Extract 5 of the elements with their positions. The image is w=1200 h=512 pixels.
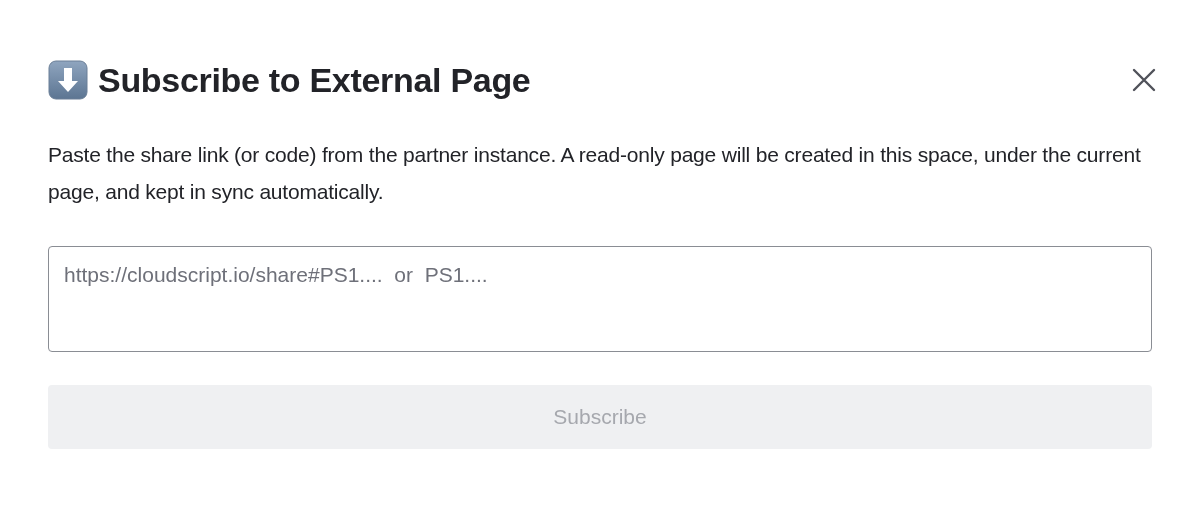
description: Paste the share link (or code) from the partner instance. A read-only page will be created in this space, under the current page, and kept in sync automatically. <box>48 142 1142 205</box>
close-icon <box>1132 68 1156 92</box>
share-link-field[interactable]: https://cloudscript.io/share#PS1.... or PS1.... <box>48 246 1152 352</box>
dialog-title: Subscribe to External Page <box>98 60 531 100</box>
arrow-down-icon <box>48 60 88 100</box>
